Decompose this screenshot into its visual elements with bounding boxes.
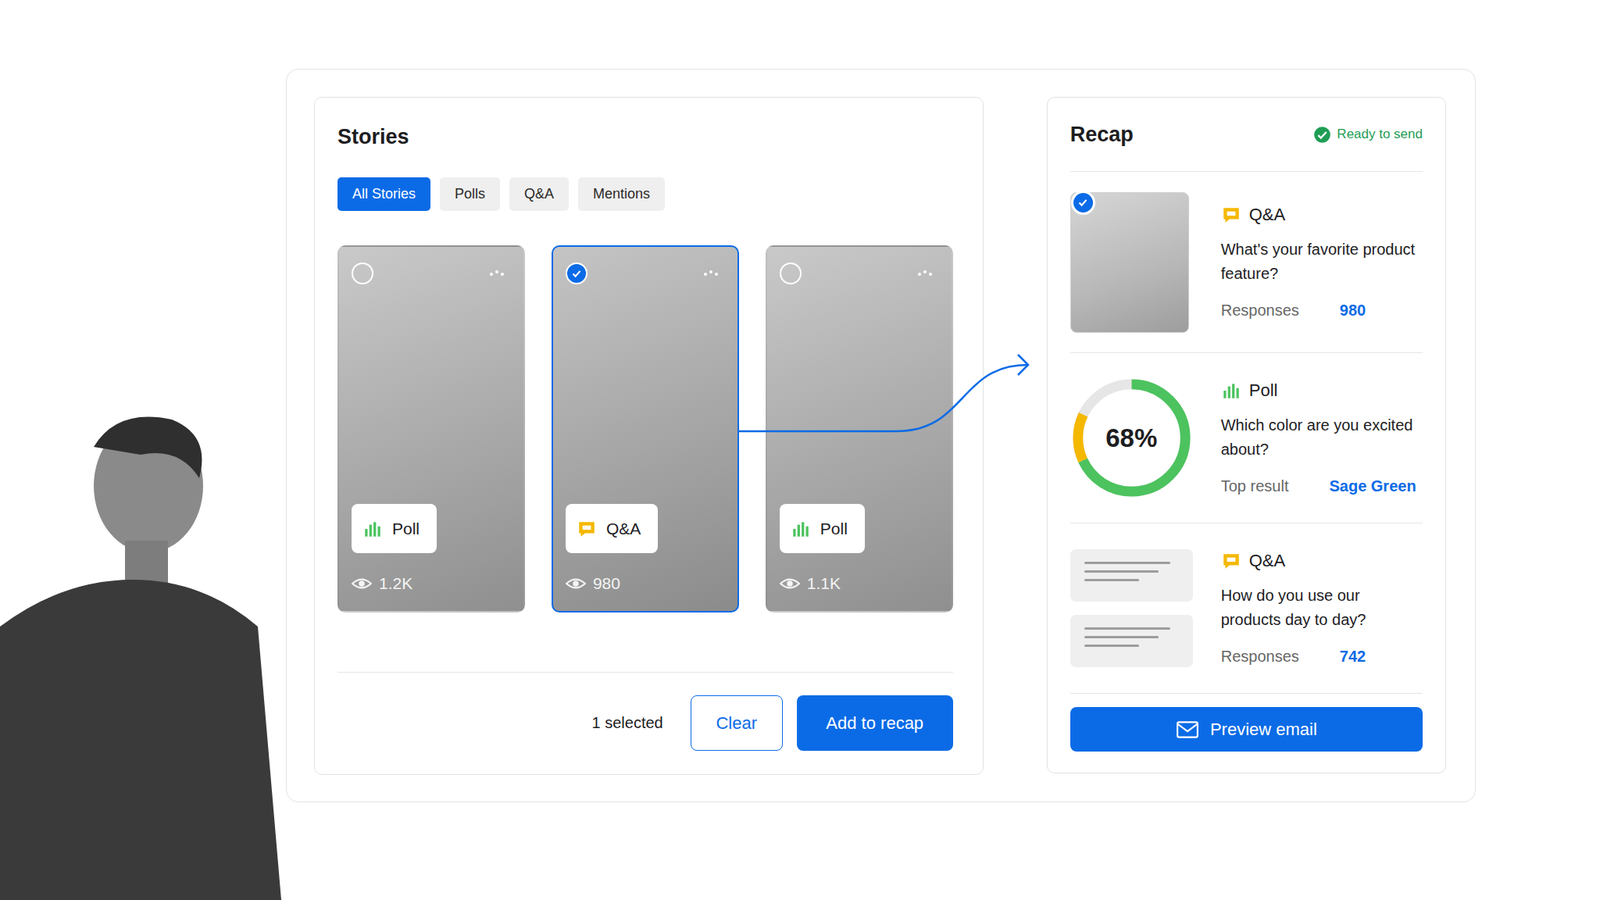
item-question: Which color are you excited about? bbox=[1221, 413, 1423, 462]
selected-count: 1 selected bbox=[592, 714, 664, 733]
person-photo bbox=[0, 392, 282, 900]
qa-icon bbox=[1221, 204, 1242, 225]
qa-icon bbox=[576, 518, 597, 540]
check-icon bbox=[1075, 195, 1090, 210]
qa-icon bbox=[1221, 550, 1242, 572]
stories-panel: Stories All StoriesPolls Q&A Mentions Poll… bbox=[314, 96, 984, 775]
eye-icon bbox=[351, 573, 372, 594]
story-type-badge: Q&A bbox=[565, 503, 658, 554]
text-thumbnail bbox=[1070, 549, 1193, 668]
response-card bbox=[1070, 549, 1193, 602]
poll-icon bbox=[362, 518, 383, 540]
recap-item[interactable]: 68% Poll Which color are you excited abo… bbox=[1070, 353, 1423, 524]
check-circle-icon bbox=[1313, 125, 1332, 144]
view-count: 1.1K bbox=[779, 573, 940, 594]
poll-icon bbox=[790, 518, 811, 540]
story-card[interactable]: Poll 1.2K bbox=[337, 245, 525, 613]
status-label: Ready to send bbox=[1313, 125, 1423, 144]
stories-title: Stories bbox=[337, 124, 954, 150]
response-card bbox=[1070, 614, 1193, 668]
poll-donut-chart: 68% bbox=[1070, 376, 1193, 500]
story-card[interactable]: Poll 1.1K bbox=[765, 245, 954, 613]
recap-title: Recap bbox=[1070, 121, 1134, 147]
recap-item[interactable]: Q&A What's your favorite product feature… bbox=[1070, 171, 1423, 354]
filter-tab[interactable]: Polls bbox=[439, 177, 500, 211]
check-icon bbox=[569, 266, 584, 281]
poll-icon bbox=[1221, 380, 1242, 401]
selection-footer: 1 selected ClearAdd to recap bbox=[337, 671, 954, 775]
story-type-badge: Poll bbox=[351, 503, 437, 554]
recap-item[interactable]: Q&A How do you use our products day to d… bbox=[1070, 523, 1423, 694]
story-thumbnail bbox=[1070, 192, 1190, 333]
eye-icon bbox=[779, 573, 800, 594]
select-radio[interactable] bbox=[565, 262, 588, 285]
eye-icon bbox=[565, 573, 586, 594]
page: Stories All StoriesPolls Q&A Mentions Poll… bbox=[0, 0, 1600, 900]
select-radio[interactable] bbox=[351, 262, 374, 285]
story-grid: Poll 1.2K Q&A 980 Poll 1.1K bbox=[337, 245, 954, 613]
donut-reading: 68% bbox=[1070, 376, 1193, 500]
item-meta: Top result Sage Green bbox=[1221, 477, 1423, 496]
item-type: Poll bbox=[1221, 380, 1423, 401]
item-question: How do you use our products day to day? bbox=[1221, 583, 1423, 633]
badge-label: Q&A bbox=[606, 519, 641, 539]
select-radio[interactable] bbox=[779, 262, 802, 285]
badge-label: Poll bbox=[392, 519, 420, 539]
mail-icon bbox=[1175, 720, 1200, 740]
filter-tab[interactable]: Q&A bbox=[509, 177, 569, 211]
secondary-button[interactable]: Clear bbox=[690, 695, 783, 751]
app-frame: Stories All StoriesPolls Q&A Mentions Poll… bbox=[285, 68, 1476, 803]
story-type-badge: Poll bbox=[779, 503, 865, 554]
item-type: Q&A bbox=[1221, 204, 1423, 225]
preview-email-button[interactable]: Preview email bbox=[1070, 707, 1423, 752]
view-count: 980 bbox=[565, 573, 725, 594]
item-meta: Responses 980 bbox=[1221, 301, 1423, 320]
more-icon[interactable] bbox=[915, 268, 935, 279]
badge-label: Poll bbox=[820, 519, 848, 539]
item-meta: Responses 742 bbox=[1221, 647, 1423, 666]
primary-button[interactable]: Add to recap bbox=[796, 695, 954, 751]
more-icon[interactable] bbox=[701, 268, 721, 279]
item-type: Q&A bbox=[1221, 550, 1423, 572]
view-count: 1.2K bbox=[351, 573, 511, 594]
recap-header: Recap Ready to send bbox=[1070, 97, 1423, 172]
selected-badge bbox=[1071, 190, 1096, 215]
recap-panel: Recap Ready to send Q&A What's your favo… bbox=[1046, 96, 1447, 774]
more-icon[interactable] bbox=[487, 268, 507, 279]
story-card[interactable]: Q&A 980 bbox=[551, 245, 740, 613]
filter-tab[interactable]: Mentions bbox=[578, 177, 665, 211]
filter-tabs: All StoriesPolls Q&A Mentions bbox=[337, 177, 954, 211]
filter-tab[interactable]: All Stories bbox=[337, 177, 431, 211]
item-question: What's your favorite product feature? bbox=[1221, 237, 1423, 286]
